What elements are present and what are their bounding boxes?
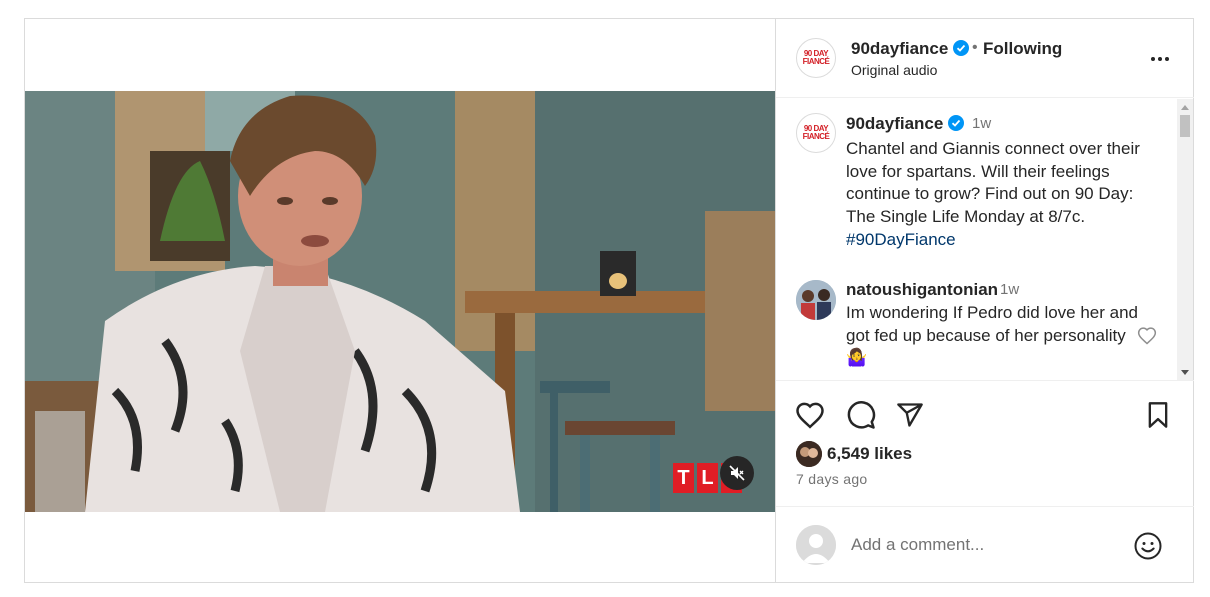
speaker-muted-icon [729, 465, 745, 481]
shrug-emoji: 🤷‍♀️ [846, 348, 868, 368]
more-dot [1158, 57, 1162, 61]
following-button[interactable]: Following [983, 39, 1062, 59]
scrollbar-thumb[interactable] [1180, 115, 1190, 137]
tlc-logo-letter: T [673, 463, 694, 493]
original-audio-link[interactable]: Original audio [851, 62, 937, 78]
post-dialog: T L C 90 DAY FIANCÉ 90dayfiance [24, 18, 1194, 583]
caption-username-text[interactable]: 90dayfiance [846, 114, 943, 133]
caption-text: Chantel and Giannis connect over their l… [846, 138, 1156, 252]
paper-plane-icon [897, 403, 923, 427]
action-bar [776, 399, 1194, 439]
video-player[interactable]: T L C [25, 91, 775, 512]
comment-username[interactable]: natoushigantonian [846, 280, 998, 300]
media-panel: T L C [25, 19, 775, 582]
comment-timestamp[interactable]: 1w [1000, 281, 1019, 298]
like-button[interactable] [794, 399, 826, 431]
commenter-avatar[interactable] [796, 280, 836, 320]
add-comment-bar [776, 506, 1194, 582]
liker-photo [796, 441, 822, 467]
video-frame [25, 91, 775, 512]
default-avatar-icon [796, 525, 836, 565]
more-dot [1165, 57, 1169, 61]
post-header: 90 DAY FIANCÉ 90dayfiance • Following Or… [776, 19, 1194, 98]
save-button[interactable] [1142, 399, 1174, 431]
add-comment-input[interactable] [851, 531, 1121, 559]
verified-badge-icon [953, 40, 970, 56]
scroll-down-arrow-icon[interactable] [1181, 370, 1189, 375]
comment-like-heart-icon[interactable] [1137, 326, 1157, 346]
comment-body: Im wondering If Pedro did love her and g… [846, 303, 1139, 345]
caption-body: Chantel and Giannis connect over their l… [846, 139, 1140, 227]
emoji-smiley-icon[interactable] [1133, 531, 1163, 561]
bookmark-icon [1148, 402, 1168, 428]
likes-row: 6,549 likes [796, 441, 912, 467]
more-options-button[interactable] [1148, 49, 1172, 69]
header-username-text[interactable]: 90dayfiance [851, 39, 948, 58]
more-dot [1151, 57, 1155, 61]
scroll-up-arrow-icon[interactable] [1181, 105, 1189, 110]
comment-text: Im wondering If Pedro did love her and g… [846, 302, 1146, 370]
caption-timestamp[interactable]: 1w [972, 115, 991, 132]
post-date[interactable]: 7 days ago [796, 471, 868, 487]
comment-button[interactable] [845, 399, 877, 431]
90-day-fiance-logo: 90 DAY FIANCÉ [802, 49, 830, 66]
comments-scrollbar[interactable] [1177, 99, 1193, 380]
caption-username[interactable]: 90dayfiance [846, 114, 965, 134]
comments-area[interactable]: 90 DAY FIANCÉ 90dayfiance 1w Chantel and… [776, 99, 1194, 381]
commenter-photo [796, 280, 836, 320]
liker-avatar[interactable] [796, 441, 822, 467]
current-user-avatar [796, 525, 836, 565]
header-username[interactable]: 90dayfiance [851, 39, 970, 59]
speech-bubble-icon [847, 401, 876, 429]
tlc-logo-letter: L [697, 463, 718, 493]
likes-count[interactable]: 6,549 likes [827, 444, 912, 464]
90-day-fiance-logo: 90 DAY FIANCÉ [802, 124, 830, 141]
header-separator: • [972, 39, 978, 56]
heart-icon [796, 402, 824, 429]
caption-avatar[interactable]: 90 DAY FIANCÉ [796, 113, 836, 153]
share-button[interactable] [894, 399, 926, 431]
account-avatar[interactable]: 90 DAY FIANCÉ [796, 38, 836, 78]
hashtag-link[interactable]: #90DayFiance [846, 230, 956, 249]
mute-button[interactable] [720, 456, 754, 490]
verified-badge-icon [948, 115, 965, 131]
side-panel: 90 DAY FIANCÉ 90dayfiance • Following Or… [775, 19, 1194, 582]
